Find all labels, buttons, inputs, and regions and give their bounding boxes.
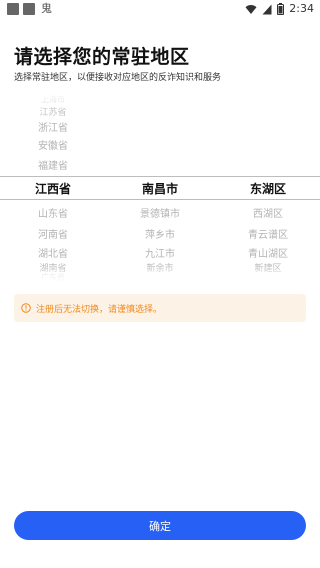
district-option[interactable]: 青山湖区 xyxy=(223,245,313,260)
district-selected[interactable]: 东湖区 xyxy=(218,180,318,197)
warning-notice: 注册后无法切换，请谨慎选择。 xyxy=(14,294,306,322)
province-option[interactable]: 江苏省 xyxy=(8,105,98,118)
region-picker[interactable]: 上海市 江苏省 浙江省 安徽省 福建省 江西省 山东省 河南省 湖北省 湖南省 … xyxy=(0,92,320,282)
page-subtitle: 选择常驻地区，以便接收对应地区的反诈知识和服务 xyxy=(14,73,222,83)
province-option[interactable]: 山东省 xyxy=(8,205,98,220)
square-icon xyxy=(23,3,35,15)
city-option[interactable]: 九江市 xyxy=(115,245,205,260)
status-bar-right: 2:34 xyxy=(245,2,314,16)
city-selected[interactable]: 南昌市 xyxy=(110,180,210,197)
province-option[interactable]: 上海市 xyxy=(8,94,98,105)
status-time: 2:34 xyxy=(289,2,314,15)
city-option[interactable]: 新余市 xyxy=(115,261,205,274)
district-option[interactable]: 新建区 xyxy=(223,261,313,274)
province-option[interactable]: 福建省 xyxy=(8,157,98,172)
province-option[interactable]: 浙江省 xyxy=(8,119,98,134)
province-option[interactable]: 河南省 xyxy=(8,226,98,241)
province-option[interactable]: 广东省 xyxy=(8,272,98,282)
square-icon xyxy=(7,3,19,15)
city-option[interactable]: 萍乡市 xyxy=(115,226,205,241)
status-bar: 鬼 2:34 xyxy=(0,0,320,18)
province-selected[interactable]: 江西省 xyxy=(3,180,103,197)
status-bar-left: 鬼 xyxy=(7,3,52,15)
notice-text: 注册后无法切换，请谨慎选择。 xyxy=(36,304,163,315)
province-option[interactable]: 安徽省 xyxy=(8,137,98,152)
battery-icon xyxy=(277,3,285,15)
city-option[interactable]: 景德镇市 xyxy=(115,205,205,220)
wifi-icon xyxy=(245,4,257,14)
app-glyph: 鬼 xyxy=(41,2,52,15)
confirm-button[interactable]: 确定 xyxy=(14,511,306,540)
district-option[interactable]: 西湖区 xyxy=(223,205,313,220)
info-circle-icon xyxy=(21,303,31,313)
district-option[interactable]: 青云谱区 xyxy=(223,226,313,241)
signal-icon xyxy=(262,4,272,14)
province-option[interactable]: 湖北省 xyxy=(8,245,98,260)
page-title: 请选择您的常驻地区 xyxy=(14,46,190,68)
